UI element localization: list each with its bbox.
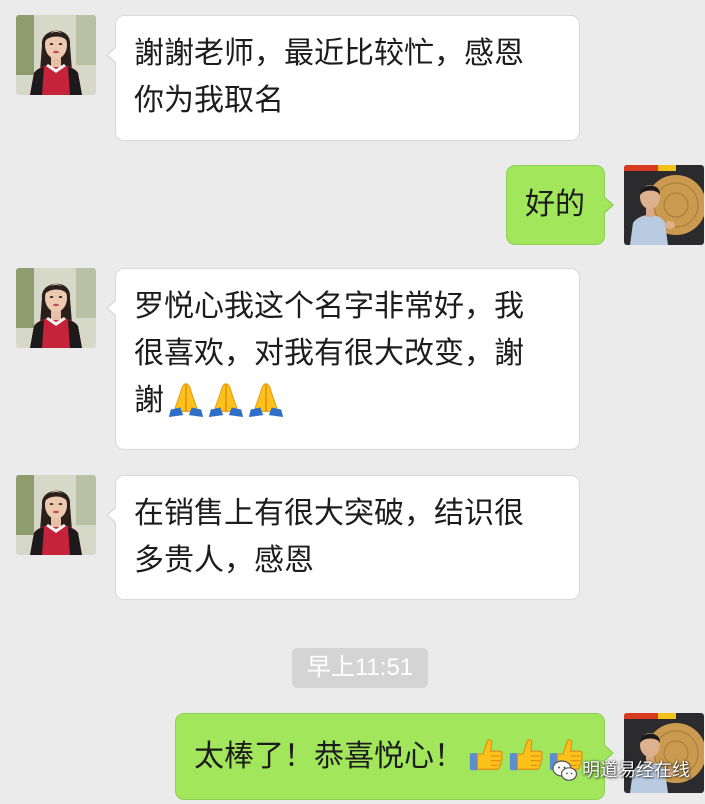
chat-timestamp: 早上11:51 [292, 648, 428, 688]
thumbs-up-icon [467, 736, 505, 774]
message-text-line: 謝謝老师，最近比较忙，感恩 [134, 36, 524, 71]
message-text-line: 好的 [525, 187, 585, 222]
message-bubble[interactable]: 好的 [506, 165, 614, 245]
message-text-fragment: 謝 [134, 383, 164, 418]
watermark: 明道易经在线 [552, 756, 690, 786]
praying-hands-icon [247, 380, 285, 418]
message-text-line: 罗悦心我这个名字非常好，我 [134, 289, 524, 324]
contact-avatar[interactable] [16, 268, 96, 348]
message-bubble[interactable]: 在销售上有很大突破，结识很 多贵人，感恩 [106, 475, 580, 600]
self-avatar[interactable] [624, 165, 704, 245]
message-text-line: 多贵人，感恩 [134, 543, 314, 578]
message-text-line-with-emoji: 謝 [134, 377, 561, 424]
thumbs-up-icon [507, 736, 545, 774]
emoji-group [167, 383, 287, 418]
wechat-icon [552, 760, 578, 781]
contact-avatar[interactable] [16, 475, 96, 555]
praying-hands-icon [167, 380, 205, 418]
chat-message-list[interactable]: 謝謝老师，最近比较忙，感恩 你为我取名 好的 罗悦心我这个名字非常好，我 很喜欢… [0, 0, 705, 804]
message-bubble[interactable]: 謝謝老师，最近比较忙，感恩 你为我取名 [106, 15, 580, 141]
praying-hands-icon [207, 380, 245, 418]
message-text-line-with-emoji: 太棒了！恭喜悦心！ [194, 733, 586, 780]
contact-avatar[interactable] [16, 15, 96, 95]
message-text-line: 在销售上有很大突破，结识很 [134, 496, 524, 531]
message-text-fragment: 太棒了！恭喜悦心！ [194, 739, 464, 774]
message-bubble[interactable]: 太棒了！恭喜悦心！ [175, 713, 614, 800]
message-text-line: 你为我取名 [134, 83, 284, 118]
watermark-text: 明道易经在线 [582, 760, 690, 781]
message-text-line: 很喜欢，对我有很大改变，謝 [134, 336, 524, 371]
message-bubble[interactable]: 罗悦心我这个名字非常好，我 很喜欢，对我有很大改变，謝 謝 [106, 268, 580, 450]
